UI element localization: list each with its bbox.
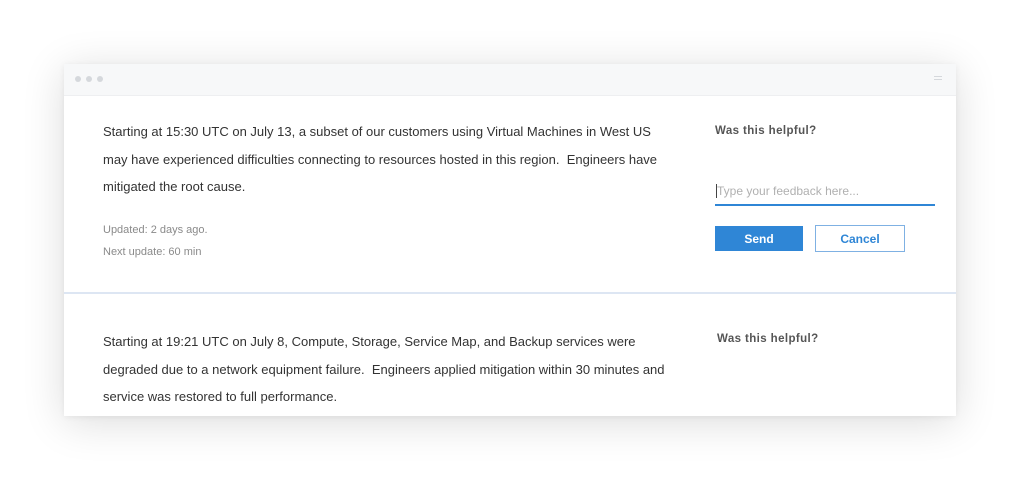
incident-message: Starting at 15:30 UTC on July 13, a subs… [103, 124, 661, 194]
cancel-button[interactable]: Cancel [815, 225, 905, 252]
feedback-input[interactable] [715, 178, 935, 206]
next-update-time: Next update: 60 min [103, 246, 202, 258]
window-dot-2[interactable] [86, 76, 92, 82]
incident-card-1: Starting at 15:30 UTC on July 13, a subs… [64, 96, 956, 292]
window-titlebar [64, 64, 956, 96]
menu-icon[interactable] [934, 76, 942, 82]
text-caret [716, 184, 717, 198]
app-window: Starting at 15:30 UTC on July 13, a subs… [64, 64, 956, 416]
window-dot-3[interactable] [97, 76, 103, 82]
incident-card-2: Starting at 19:21 UTC on July 8, Compute… [64, 294, 956, 416]
send-button[interactable]: Send [715, 226, 803, 251]
updated-time: Updated: 2 days ago. [103, 224, 208, 236]
helpful-prompt: Was this helpful? [717, 333, 819, 345]
incident-message: Starting at 19:21 UTC on July 8, Compute… [103, 334, 669, 404]
helpful-prompt: Was this helpful? [715, 125, 817, 137]
window-dot-1[interactable] [75, 76, 81, 82]
